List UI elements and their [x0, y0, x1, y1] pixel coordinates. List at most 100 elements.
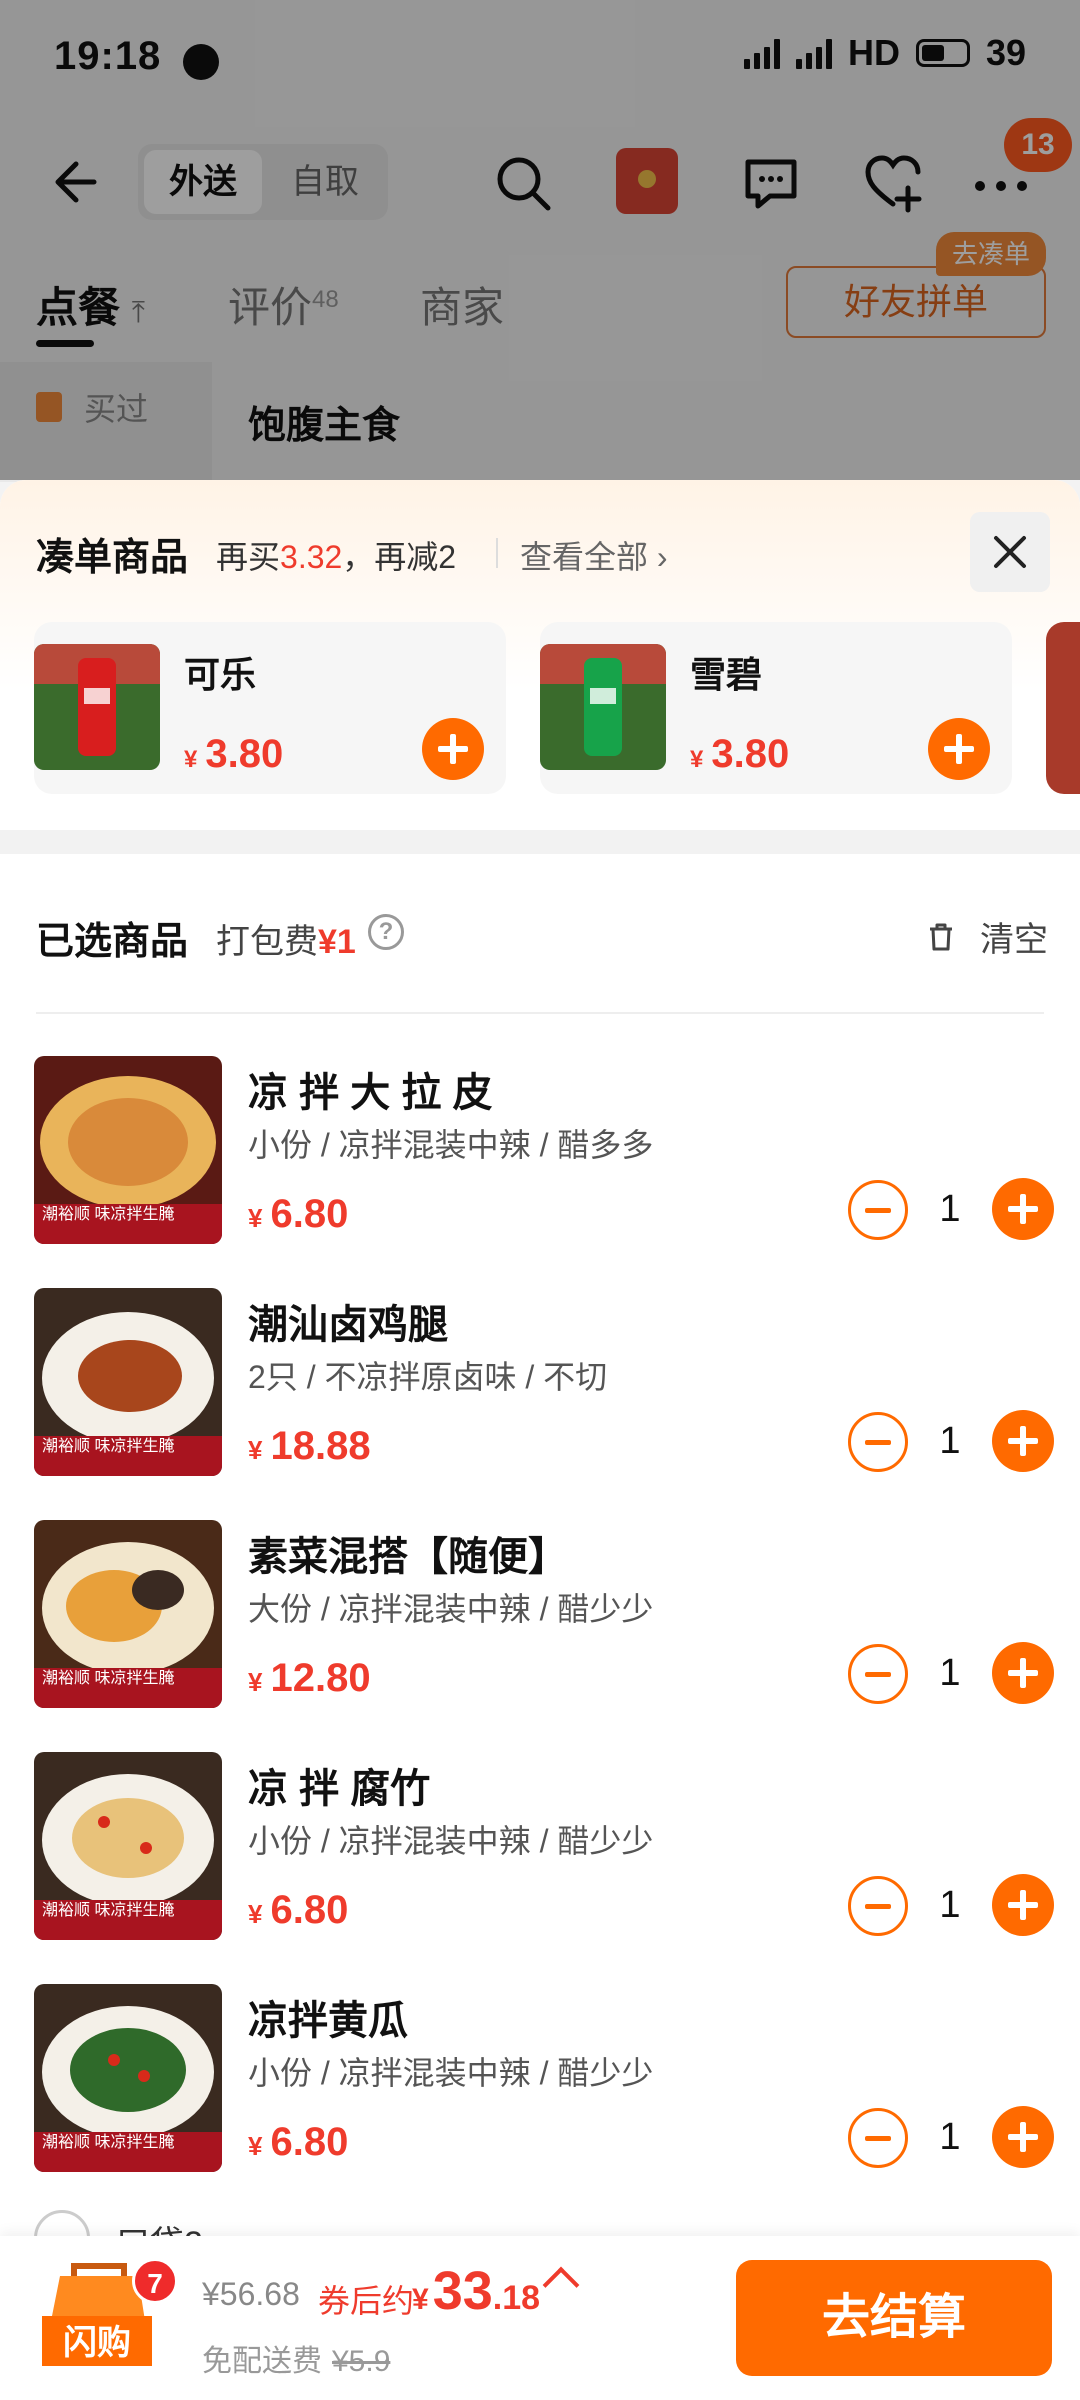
- addon-desc-amount: 3.32: [280, 539, 343, 575]
- item-price: ¥6.80: [248, 2120, 348, 2165]
- original-price: ¥56.68: [202, 2276, 300, 2312]
- item-spec: 小份 / 凉拌混装中辣 / 醋少少: [248, 2055, 654, 2091]
- cart-item: 潮裕顺 味凉拌生腌 凉拌黄瓜 小份 / 凉拌混装中辣 / 醋少少 ¥6.80 1: [0, 1984, 1080, 2216]
- increase-quantity-button[interactable]: [992, 1642, 1054, 1704]
- final-price-decimal: .18: [492, 2279, 541, 2317]
- increase-quantity-button[interactable]: [992, 2106, 1054, 2168]
- cart-item: 潮裕顺 味凉拌生腌 素菜混搭【随便】 大份 / 凉拌混装中辣 / 醋少少 ¥12…: [0, 1520, 1080, 1752]
- packaging-fee-value: ¥1: [318, 923, 356, 961]
- addon-item-name: 可乐: [184, 654, 257, 695]
- decrease-quantity-button[interactable]: [848, 1876, 908, 1936]
- item-spec: 2只 / 不凉拌原卤味 / 不切: [248, 1359, 608, 1395]
- increase-quantity-button[interactable]: [992, 1874, 1054, 1936]
- quantity-value: 1: [939, 1420, 961, 1462]
- cart-item: 潮裕顺 味凉拌生腌 凉 拌 大 拉 皮 小份 / 凉拌混装中辣 / 醋多多 ¥6…: [0, 1056, 1080, 1288]
- addon-item-card[interactable]: 雪碧 ¥3.80: [540, 622, 1012, 794]
- checkout-button[interactable]: 去结算: [736, 2260, 1052, 2376]
- item-price: ¥6.80: [248, 1192, 348, 1237]
- shop-label: 潮裕顺 味凉拌生腌: [34, 2132, 222, 2172]
- addon-item-card-partial[interactable]: [1046, 622, 1080, 794]
- addon-desc-pre: 再买: [216, 539, 281, 575]
- item-price: ¥6.80: [248, 1888, 348, 1933]
- shop-label: 潮裕顺 味凉拌生腌: [34, 1900, 222, 1940]
- packaging-fee-label: 打包费: [216, 923, 318, 961]
- free-shipping: 免配送费 ¥5.9: [202, 2336, 390, 2380]
- food-image: 潮裕顺 味凉拌生腌: [34, 1752, 222, 1940]
- decrease-quantity-button[interactable]: [848, 2108, 908, 2168]
- sprite-image: [540, 644, 666, 770]
- shop-label: 潮裕顺 味凉拌生腌: [34, 1204, 222, 1244]
- bag-text: 闪购: [63, 2323, 131, 2363]
- packaging-fee: 打包费¥1: [216, 914, 356, 963]
- addon-description: 再买3.32，再减2: [216, 532, 456, 578]
- selected-title: 已选商品: [36, 921, 189, 963]
- food-image: 潮裕顺 味凉拌生腌: [34, 1520, 222, 1708]
- trash-icon: [930, 923, 952, 950]
- chevron-right-icon: ›: [656, 539, 668, 575]
- currency-symbol: ¥: [248, 1667, 263, 1697]
- free-shipping-label: 免配送费: [202, 2345, 322, 2378]
- add-icon[interactable]: [928, 718, 990, 780]
- quantity-value: 1: [939, 1652, 961, 1694]
- quantity-value: 1: [939, 1188, 961, 1230]
- final-price-int: 33: [432, 2261, 493, 2321]
- addon-desc-post: ，再减2: [342, 539, 457, 575]
- item-price-value: 18.88: [270, 1424, 371, 1468]
- addon-item-card[interactable]: 可乐 ¥3.80: [34, 622, 506, 794]
- close-icon[interactable]: [970, 512, 1050, 592]
- currency-symbol: ¥: [248, 1435, 263, 1465]
- clear-label: 清空: [980, 921, 1048, 959]
- item-price-value: 12.80: [270, 1656, 371, 1700]
- item-spec: 小份 / 凉拌混装中辣 / 醋少少: [248, 1823, 654, 1859]
- item-price-value: 6.80: [270, 2120, 349, 2164]
- item-price: ¥12.80: [248, 1656, 371, 1701]
- increase-quantity-button[interactable]: [992, 1410, 1054, 1472]
- item-name: 凉 拌 大 拉 皮: [248, 1071, 493, 1115]
- clear-button[interactable]: 清空: [926, 912, 1048, 961]
- addon-item-price: ¥3.80: [184, 732, 283, 777]
- currency-symbol: ¥: [248, 1203, 263, 1233]
- food-image: 潮裕顺 味凉拌生腌: [34, 1056, 222, 1244]
- checkout-bar: 闪购 7 ¥56.68 券后约 ¥33.18 免配送费 ¥5.9 去结算: [0, 2236, 1080, 2400]
- cart-sheet: 凑单商品 再买3.32，再减2 查看全部 › 可乐 ¥3.80 雪碧 ¥3.80…: [0, 480, 1080, 2400]
- currency-symbol: ¥: [184, 746, 198, 773]
- final-price[interactable]: ¥33.18: [412, 2260, 540, 2322]
- view-all-label: 查看全部: [520, 539, 649, 575]
- item-name: 潮汕卤鸡腿: [248, 1303, 448, 1347]
- chevron-up-icon[interactable]: [542, 2266, 580, 2304]
- divider: [36, 1012, 1044, 1014]
- currency-symbol: ¥: [690, 746, 704, 773]
- food-image: 潮裕顺 味凉拌生腌: [34, 1288, 222, 1476]
- shop-label: 潮裕顺 味凉拌生腌: [34, 1668, 222, 1708]
- item-price-value: 6.80: [270, 1192, 349, 1236]
- item-name: 素菜混搭【随便】: [248, 1535, 568, 1579]
- quantity-value: 1: [939, 1884, 961, 1926]
- addon-price-value: 3.80: [711, 732, 790, 776]
- item-spec: 小份 / 凉拌混装中辣 / 醋多多: [248, 1127, 654, 1163]
- item-price-value: 6.80: [270, 1888, 349, 1932]
- decrease-quantity-button[interactable]: [848, 1412, 908, 1472]
- currency-symbol: ¥: [412, 2283, 429, 2316]
- quantity-value: 1: [939, 2116, 961, 2158]
- divider: [496, 538, 498, 568]
- item-name: 凉拌黄瓜: [248, 1999, 408, 2043]
- item-price: ¥18.88: [248, 1424, 371, 1469]
- section-divider: [0, 830, 1080, 854]
- view-all-link[interactable]: 查看全部 ›: [520, 532, 668, 578]
- addon-item-name: 雪碧: [690, 654, 763, 695]
- addon-title: 凑单商品: [36, 537, 189, 579]
- increase-quantity-button[interactable]: [992, 1178, 1054, 1240]
- addon-price-value: 3.80: [205, 732, 284, 776]
- addon-section: 凑单商品 再买3.32，再减2 查看全部 › 可乐 ¥3.80 雪碧 ¥3.80: [0, 480, 1080, 830]
- addon-item-price: ¥3.80: [690, 732, 789, 777]
- coupon-label: 券后约: [318, 2283, 415, 2319]
- currency-symbol: ¥: [248, 1899, 263, 1929]
- help-icon[interactable]: ?: [368, 914, 404, 950]
- decrease-quantity-button[interactable]: [848, 1644, 908, 1704]
- overlay-mask[interactable]: [0, 0, 1080, 480]
- item-name: 凉 拌 腐竹: [248, 1767, 431, 1811]
- old-shipping-fee: ¥5.9: [332, 2345, 391, 2378]
- decrease-quantity-button[interactable]: [848, 1180, 908, 1240]
- food-image: 潮裕顺 味凉拌生腌: [34, 1984, 222, 2172]
- add-icon[interactable]: [422, 718, 484, 780]
